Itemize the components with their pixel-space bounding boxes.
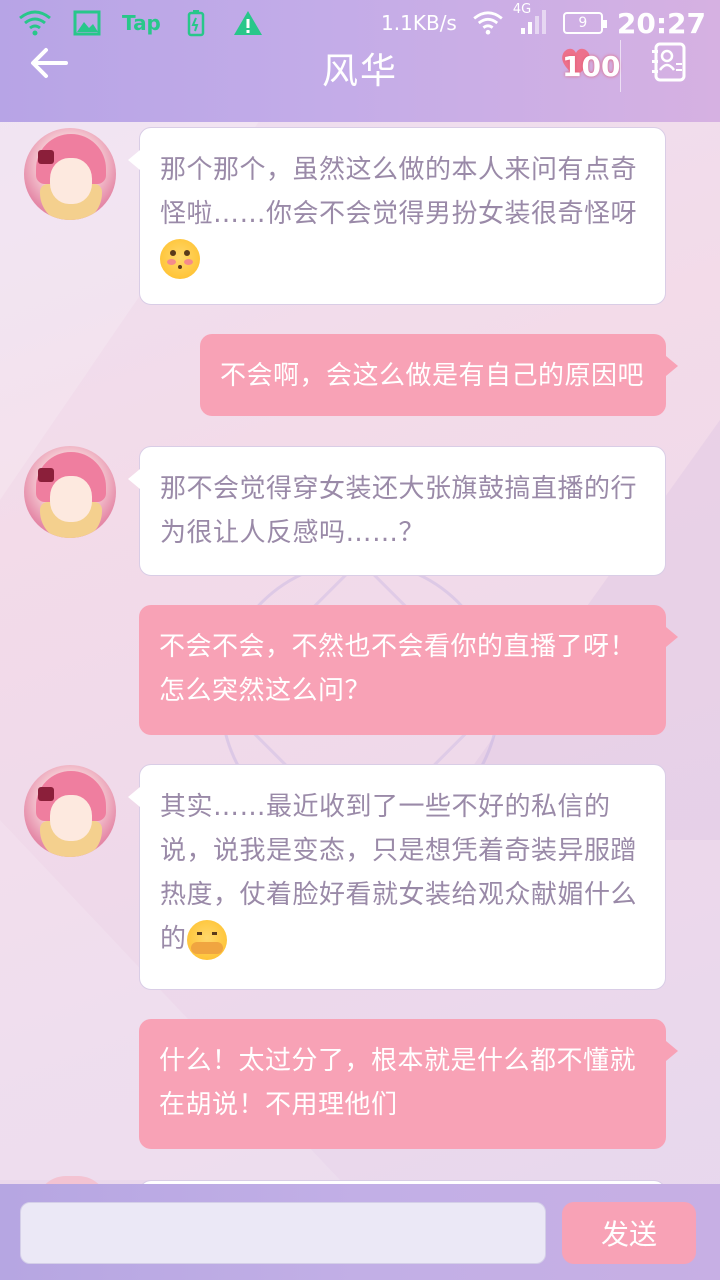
image-icon: [70, 8, 104, 38]
wifi-icon: [471, 8, 505, 38]
contact-avatar[interactable]: [24, 128, 116, 220]
cell-signal-icon: 4G: [513, 2, 549, 40]
flushed-face-emoji-icon: [160, 238, 200, 279]
contacts-card-icon: [652, 42, 686, 82]
incoming-message: 其实……最近收到了一些不好的私信的说，说我是变态，只是想凭着奇装异服蹭热度，仗着…: [128, 764, 666, 990]
status-time: 20:27: [616, 6, 706, 40]
message-text: 不会不会，不然也不会看你的直播了呀！怎么突然这么问？: [159, 632, 637, 706]
message-text: 那个那个，虽然这么做的本人来问有点奇怪啦……你会不会觉得男扮女装很奇怪呀: [160, 155, 638, 229]
contact-avatar[interactable]: [36, 1176, 108, 1184]
message-input[interactable]: [20, 1202, 546, 1264]
hugging-face-emoji-icon: [186, 919, 227, 960]
top-bar: Tap 1.1KB/s 4G 9 20:27 风华 100: [0, 0, 720, 122]
contact-avatar[interactable]: [24, 765, 116, 857]
wifi-icon: [18, 8, 52, 38]
input-bar: 发送: [0, 1184, 720, 1280]
affection-badge: 100: [550, 42, 621, 94]
message-text: 其实……最近收到了一些不好的私信的说，说我是变态，只是想凭着奇装异服蹭热度，仗着…: [160, 792, 638, 954]
contact-avatar[interactable]: [24, 446, 116, 538]
network-speed: 1.1KB/s: [381, 11, 457, 35]
outgoing-message: 不会啊，会这么做是有自己的原因吧: [200, 334, 678, 416]
outgoing-message: 不会不会，不然也不会看你的直播了呀！怎么突然这么问？: [139, 605, 678, 735]
battery-charging-icon: [179, 8, 213, 38]
battery-indicator: 9: [562, 12, 607, 34]
network-type: 4G: [512, 2, 532, 17]
tap-icon: Tap: [122, 11, 161, 35]
message-text: 不会啊，会这么做是有自己的原因吧: [220, 361, 645, 391]
outgoing-message: 什么！太过分了，根本就是什么都不懂就在胡说！不用理他们: [139, 1019, 678, 1149]
send-button[interactable]: 发送: [562, 1202, 696, 1264]
header-divider: [620, 40, 621, 92]
incoming-message: 那不会觉得穿女装还大张旗鼓搞直播的行为很让人反感吗……？: [128, 446, 666, 576]
message-text: 那不会觉得穿女装还大张旗鼓搞直播的行为很让人反感吗……？: [160, 474, 638, 548]
contacts-button[interactable]: [650, 40, 690, 84]
affection-value: 100: [562, 50, 621, 83]
warning-icon: [231, 8, 265, 38]
message-text: 什么！太过分了，根本就是什么都不懂就在胡说！不用理他们: [159, 1046, 637, 1120]
incoming-message: 那个那个，虽然这么做的本人来问有点奇怪啦……你会不会觉得男扮女装很奇怪呀: [128, 127, 666, 305]
chat-area[interactable]: 那个那个，虽然这么做的本人来问有点奇怪啦……你会不会觉得男扮女装很奇怪呀 不会啊…: [0, 122, 720, 1184]
